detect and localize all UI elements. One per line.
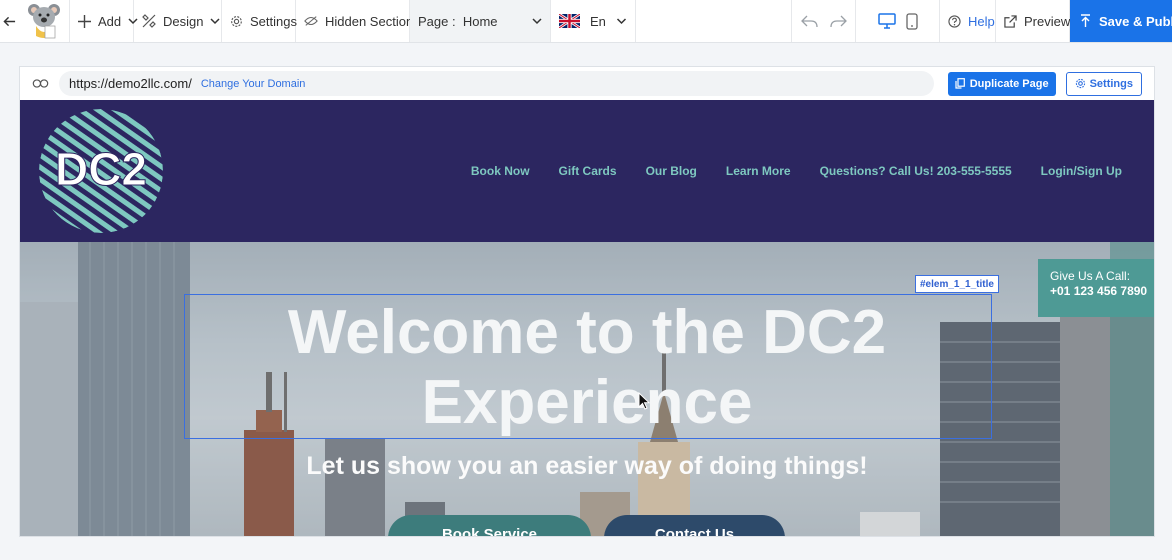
undo-icon[interactable] xyxy=(800,14,818,28)
desktop-icon[interactable] xyxy=(877,13,896,29)
call-badge[interactable]: Give Us A Call: +01 123 456 7890 xyxy=(1038,259,1154,317)
preview-label: Preview xyxy=(1024,13,1071,29)
design-tools-icon xyxy=(142,14,156,28)
uk-flag-icon xyxy=(559,14,580,28)
gear-icon xyxy=(1075,78,1085,89)
back-button[interactable] xyxy=(0,0,19,42)
nav-learn-more[interactable]: Learn More xyxy=(726,164,791,178)
url-field: https://demo2llc.com/ Change Your Domain xyxy=(59,71,934,96)
page-selector[interactable]: Page : Home xyxy=(410,0,551,42)
help-label: Help xyxy=(968,13,995,29)
add-label: Add xyxy=(98,13,122,29)
link-icon xyxy=(32,79,49,88)
logo-text: DC2 xyxy=(55,143,147,195)
page-preview-frame: https://demo2llc.com/ Change Your Domain… xyxy=(20,67,1154,536)
duplicate-label: Duplicate Page xyxy=(969,77,1049,90)
book-service-button[interactable]: Book Service xyxy=(388,515,591,536)
settings-menu[interactable]: Settings xyxy=(222,0,297,42)
nav-book-now[interactable]: Book Now xyxy=(471,164,530,178)
page-settings-button[interactable]: Settings xyxy=(1065,71,1142,96)
undo-redo-group xyxy=(792,0,856,42)
help-circle-icon xyxy=(948,14,961,28)
add-menu[interactable]: Add xyxy=(70,0,138,42)
language-selector[interactable]: En xyxy=(551,0,636,42)
chevron-down-icon xyxy=(532,17,542,24)
design-label: Design xyxy=(163,13,204,29)
hidden-sections-label: Hidden Sections xyxy=(325,13,420,29)
page-prefix: Page : xyxy=(418,13,456,29)
language-label: En xyxy=(590,13,606,29)
chevron-down-icon xyxy=(210,17,220,24)
koala-logo[interactable] xyxy=(19,0,70,42)
gear-icon xyxy=(231,15,242,27)
nav-questions-phone[interactable]: Questions? Call Us! 203-555-5555 xyxy=(820,164,1012,178)
preview-button[interactable]: Preview xyxy=(996,0,1070,42)
toolbar-spacer xyxy=(636,0,792,42)
hero-subtitle[interactable]: Let us show you an easier way of doing t… xyxy=(184,452,990,481)
koala-icon xyxy=(28,4,60,39)
mobile-icon[interactable] xyxy=(905,12,918,30)
call-label: Give Us A Call: xyxy=(1050,269,1131,283)
contact-us-button[interactable]: Contact Us xyxy=(604,515,785,536)
plus-icon xyxy=(78,14,91,28)
save-publish-button[interactable]: Save & Publish xyxy=(1070,0,1172,42)
chevron-down-icon xyxy=(616,17,627,24)
selection-tag[interactable]: #elem_1_1_title xyxy=(915,275,999,293)
language-current: En xyxy=(559,14,606,29)
site-nav: Book Now Gift Cards Our Blog Learn More … xyxy=(471,164,1122,178)
eye-slash-icon xyxy=(304,16,318,26)
settings-label: Settings xyxy=(250,13,297,29)
selection-outline xyxy=(184,294,992,439)
upload-icon xyxy=(1081,14,1090,27)
publish-label: Save & Publish xyxy=(1099,13,1172,29)
hidden-sections-button[interactable]: Hidden Sections xyxy=(296,0,420,42)
copy-icon xyxy=(955,78,965,89)
url-text: https://demo2llc.com/ xyxy=(69,76,192,91)
nav-gift-cards[interactable]: Gift Cards xyxy=(559,164,617,178)
external-link-icon xyxy=(1004,14,1017,28)
design-menu[interactable]: Design xyxy=(134,0,222,42)
redo-icon[interactable] xyxy=(829,14,848,28)
editor-toolbar: Add Design Settings Hidden Sections Page… xyxy=(0,0,1172,43)
page-settings-label: Settings xyxy=(1089,77,1133,90)
change-domain-link[interactable]: Change Your Domain xyxy=(201,78,306,90)
help-button[interactable]: Help xyxy=(940,0,996,42)
page-selector-text: Page : Home xyxy=(418,14,498,29)
site-header[interactable]: DC2 Book Now Gift Cards Our Blog Learn M… xyxy=(20,100,1154,242)
mouse-cursor-icon xyxy=(638,392,650,410)
nav-login-signup[interactable]: Login/Sign Up xyxy=(1041,164,1122,178)
nav-our-blog[interactable]: Our Blog xyxy=(646,164,697,178)
arrow-left-icon xyxy=(3,16,16,26)
hero-section[interactable]: Welcome to the DC2 Experience #elem_1_1_… xyxy=(20,242,1154,536)
device-toggle-group xyxy=(856,0,940,42)
duplicate-page-button[interactable]: Duplicate Page xyxy=(947,71,1056,96)
dc2-logo[interactable]: DC2 xyxy=(37,107,165,235)
call-number: +01 123 456 7890 xyxy=(1050,284,1148,298)
page-value: Home xyxy=(462,13,498,29)
url-bar: https://demo2llc.com/ Change Your Domain… xyxy=(20,67,1154,100)
